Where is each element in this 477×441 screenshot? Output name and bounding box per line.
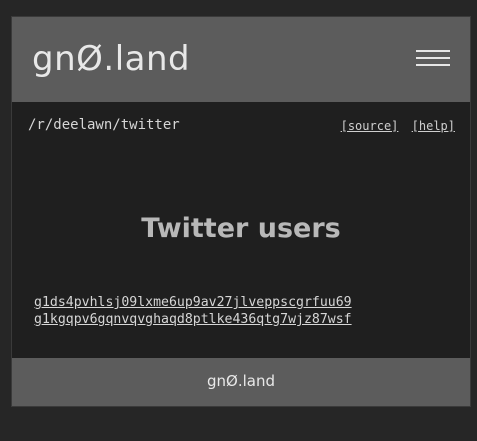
page-title: Twitter users <box>141 213 341 244</box>
header-links: [source] [help] <box>335 119 455 133</box>
realm-path: /r/deelawn/twitter <box>28 117 180 133</box>
help-link[interactable]: [help] <box>412 119 455 133</box>
user-link[interactable]: g1ds4pvhlsj09lxme6up9av27jlveppscgrfuu69 <box>34 294 352 311</box>
page-frame: gnØ.land /r/deelawn/twitter [source] [he… <box>11 16 471 407</box>
hamburger-menu-icon[interactable] <box>416 48 452 68</box>
menu-line <box>416 64 450 66</box>
gnoland-logo[interactable]: gnØ.land <box>32 39 190 79</box>
user-link[interactable]: g1kgqpv6gqnvqvghaqd8ptlke436qtg7wjz87wsf <box>34 311 352 328</box>
source-link[interactable]: [source] <box>341 119 399 133</box>
menu-line <box>416 57 450 59</box>
footer: gnØ.land <box>12 358 470 406</box>
menu-line <box>416 50 450 52</box>
header: gnØ.land <box>12 17 470 102</box>
user-list: g1ds4pvhlsj09lxme6up9av27jlveppscgrfuu69… <box>34 294 352 328</box>
footer-logo[interactable]: gnØ.land <box>12 372 470 390</box>
